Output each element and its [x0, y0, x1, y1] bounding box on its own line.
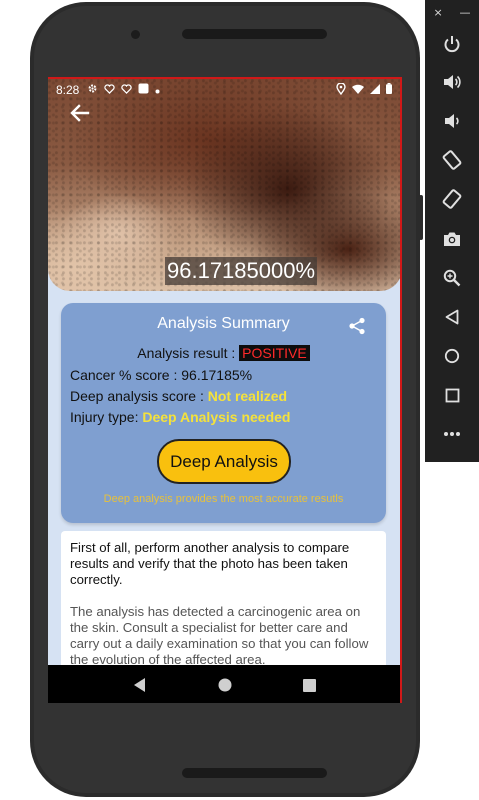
- top-speaker: [182, 29, 327, 39]
- dot-icon: [155, 84, 160, 97]
- nav-home-icon[interactable]: [214, 674, 236, 696]
- volume-down-icon[interactable]: [439, 108, 465, 134]
- app-screen: 96.17185000% 8:28 Analysis Summary Analy…: [48, 77, 402, 703]
- deep-analysis-button[interactable]: Deep Analysis: [157, 439, 291, 484]
- positive-badge: POSITIVE: [239, 345, 310, 361]
- analysis-result-row: Analysis result : POSITIVE: [61, 345, 386, 361]
- analysis-summary-card: Analysis Summary Analysis result : POSIT…: [61, 303, 386, 523]
- phone-side-button: [419, 195, 423, 240]
- injury-type-line: Injury type: Deep Analysis needed: [70, 409, 290, 425]
- injury-type-value: Deep Analysis needed: [142, 409, 291, 425]
- emulator-stage: { "status_bar": { "time": "8:28", "left_…: [0, 0, 479, 800]
- injury-type-label: Injury type:: [70, 409, 143, 425]
- camera-icon[interactable]: [439, 226, 465, 252]
- wifi-icon: [352, 84, 364, 97]
- home-icon[interactable]: [439, 343, 465, 369]
- location-icon: [336, 81, 346, 98]
- status-right-icons: [336, 81, 392, 98]
- heart-outline-icon: [104, 83, 116, 97]
- advice-paragraph-2: The analysis has detected a carcinogenic…: [70, 604, 369, 667]
- gear-icon: [87, 83, 98, 97]
- deep-score-value: Not realized: [207, 388, 288, 404]
- volume-up-icon[interactable]: [439, 69, 465, 95]
- front-camera: [131, 30, 140, 39]
- minimize-window-button[interactable]: —: [460, 6, 471, 19]
- deep-analysis-hint: Deep analysis provides the most accurate…: [103, 493, 344, 505]
- power-icon[interactable]: [439, 31, 465, 57]
- square-icon: [138, 83, 149, 97]
- status-bar: 8:28: [48, 79, 400, 101]
- close-window-button[interactable]: ×: [433, 6, 442, 19]
- status-time: 8:28: [56, 83, 80, 97]
- bottom-speaker: [182, 768, 327, 778]
- heart-outline-icon: [121, 83, 133, 97]
- rotate-right-icon[interactable]: [439, 186, 465, 212]
- android-nav-bar: [48, 665, 400, 703]
- share-icon[interactable]: [348, 317, 366, 335]
- back-arrow-icon[interactable]: [68, 101, 96, 129]
- nav-overview-icon[interactable]: [299, 674, 321, 696]
- advice-paragraph-1: First of all, perform another analysis t…: [70, 540, 350, 587]
- nav-back-icon[interactable]: [129, 674, 151, 696]
- signal-icon: [370, 83, 380, 97]
- back-icon[interactable]: [439, 304, 465, 330]
- battery-icon: [386, 83, 392, 97]
- analysis-result-label: Analysis result :: [137, 345, 240, 361]
- deep-score-label: Deep analysis score :: [70, 388, 208, 404]
- summary-title: Analysis Summary: [157, 315, 290, 332]
- score-overlay: 96.17185000%: [165, 257, 318, 285]
- cancer-score-line: Cancer % score : 96.17185%: [70, 367, 253, 383]
- deep-score-line: Deep analysis score : Not realized: [70, 388, 287, 404]
- zoom-icon[interactable]: [439, 265, 465, 291]
- emulator-toolbar: × —: [425, 0, 479, 462]
- rotate-left-icon[interactable]: [439, 147, 465, 173]
- window-controls: × —: [425, 6, 479, 19]
- overview-icon[interactable]: [439, 382, 465, 408]
- lesion-image: 96.17185000%: [48, 79, 400, 291]
- more-icon[interactable]: [439, 421, 465, 447]
